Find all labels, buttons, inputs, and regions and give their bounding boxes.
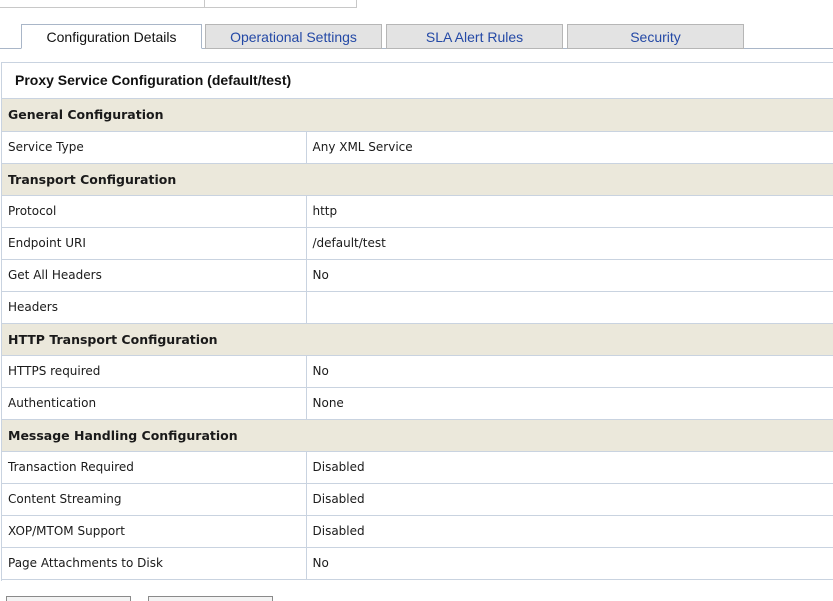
row-value: No — [305, 355, 833, 388]
row-label: Transaction Required — [2, 451, 306, 484]
row-label: Content Streaming — [2, 483, 306, 516]
table-row: Transaction Required Disabled — [2, 451, 833, 484]
table-row: Protocol http — [2, 195, 833, 228]
panel-title: Proxy Service Configuration (default/tes… — [2, 63, 833, 99]
section-header: Message Handling Configuration — [2, 419, 833, 452]
table-row: Page Attachments to Disk No — [2, 547, 833, 580]
row-label: Headers — [2, 291, 306, 324]
section-heading: HTTP Transport Configuration — [2, 323, 833, 356]
row-label: Service Type — [2, 131, 306, 164]
row-value: Disabled — [305, 483, 833, 516]
row-value: No — [305, 259, 833, 292]
row-label: Page Attachments to Disk — [2, 547, 306, 580]
table-row: Service Type Any XML Service — [2, 131, 833, 164]
table-row: Authentication None — [2, 387, 833, 420]
row-value: Disabled — [305, 451, 833, 484]
row-value: Any XML Service — [305, 131, 833, 164]
table-row: Content Streaming Disabled — [2, 483, 833, 516]
table-row: Endpoint URI /default/test — [2, 227, 833, 260]
row-value: http — [305, 195, 833, 228]
configuration-table: General Configuration Service Type Any X… — [2, 99, 833, 580]
table-row: Get All Headers No — [2, 259, 833, 292]
row-value: None — [305, 387, 833, 420]
section-header: HTTP Transport Configuration — [2, 323, 833, 356]
row-label: HTTPS required — [2, 355, 306, 388]
row-label: Protocol — [2, 195, 306, 228]
row-value: No — [305, 547, 833, 580]
table-row: XOP/MTOM Support Disabled — [2, 515, 833, 548]
row-label: Get All Headers — [2, 259, 306, 292]
row-value: /default/test — [305, 227, 833, 260]
row-value: Disabled — [305, 515, 833, 548]
configuration-panel: Proxy Service Configuration (default/tes… — [1, 62, 833, 581]
row-label: Authentication — [2, 387, 306, 420]
bottom-button[interactable] — [6, 596, 131, 601]
bottom-button[interactable] — [148, 596, 273, 601]
row-label: Endpoint URI — [2, 227, 306, 260]
tab-sla-alert-rules[interactable]: SLA Alert Rules — [386, 24, 563, 49]
table-row: HTTPS required No — [2, 355, 833, 388]
table-row: Headers — [2, 291, 833, 324]
tab-operational-settings[interactable]: Operational Settings — [205, 24, 382, 49]
section-header: Transport Configuration — [2, 163, 833, 196]
row-label: XOP/MTOM Support — [2, 515, 306, 548]
section-heading: General Configuration — [2, 99, 833, 132]
tab-configuration-details[interactable]: Configuration Details — [21, 24, 202, 49]
section-heading: Transport Configuration — [2, 163, 833, 196]
tab-security[interactable]: Security — [567, 24, 744, 49]
row-value — [305, 291, 833, 324]
tab-bar: Configuration Details Operational Settin… — [0, 0, 833, 50]
section-header: General Configuration — [2, 99, 833, 132]
section-heading: Message Handling Configuration — [2, 419, 833, 452]
